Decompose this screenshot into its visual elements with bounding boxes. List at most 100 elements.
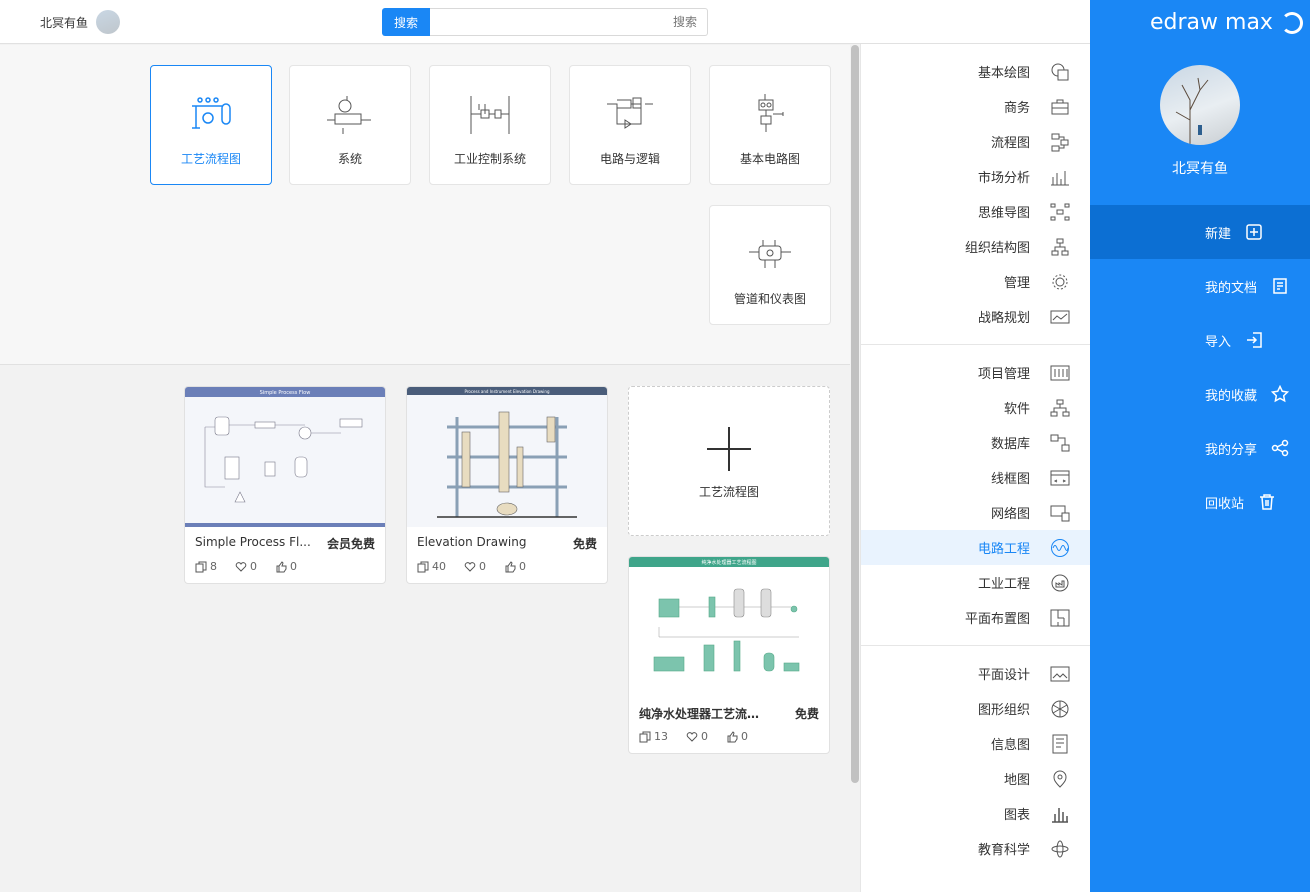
category-market-analysis[interactable]: 市场分析: [861, 159, 1090, 194]
map-pin-icon: [1050, 769, 1070, 789]
basic-circuit-icon: [758, 94, 784, 132]
nav-recycle-bin[interactable]: 回收站: [1090, 475, 1310, 529]
circuit-logic-icon: [607, 97, 653, 129]
avatar[interactable]: [1160, 65, 1240, 145]
nav-label: 导入: [1205, 334, 1232, 350]
search-button[interactable]: 搜索: [382, 8, 430, 36]
nav-import[interactable]: 导入: [1090, 313, 1310, 367]
template-card[interactable]: Process and Instrument Elevation Drawing…: [406, 386, 608, 584]
main-sidebar: edraw max 北冥有鱼 新建 我的文档 导入 我的收藏 我的分享 回收站: [1090, 0, 1310, 892]
like-stat[interactable]: 0: [275, 560, 297, 573]
kanban-icon: [1050, 363, 1070, 383]
type-label: 工业控制系统: [453, 152, 526, 166]
type-card-system[interactable]: 系统: [289, 65, 411, 185]
category-strategy[interactable]: 战略规划: [861, 299, 1090, 334]
category-flowchart[interactable]: 流程图: [861, 124, 1090, 159]
category-map[interactable]: 地图: [861, 761, 1090, 796]
favorite-stat[interactable]: 0: [235, 560, 257, 573]
category-education[interactable]: 教育科学: [861, 831, 1090, 866]
bar-analysis-icon: [1050, 167, 1070, 187]
gear-icon: [1050, 272, 1070, 292]
template-thumbnail: Simple Process Flow: [185, 387, 385, 527]
favorite-stat[interactable]: 0: [464, 560, 486, 573]
like-stat[interactable]: 0: [504, 560, 526, 573]
nav-label: 新建: [1205, 226, 1232, 242]
trash-icon: [1258, 493, 1276, 511]
copy-icon: [639, 731, 651, 742]
search-input[interactable]: [430, 8, 708, 36]
category-industrial-engineering[interactable]: 工业工程: [861, 565, 1090, 600]
nav-my-documents[interactable]: 我的文档: [1090, 259, 1310, 313]
industrial-control-icon: [470, 96, 510, 134]
template-name: Elevation Drawing: [417, 535, 527, 549]
template-card[interactable]: Simple Process Flow Simple Process Fl...…: [184, 386, 386, 584]
thumb-title: Process and Instrument Elevation Drawing: [464, 389, 549, 394]
category-database[interactable]: 数据库: [861, 425, 1090, 460]
nav-my-favorites[interactable]: 我的收藏: [1090, 367, 1310, 421]
category-basic-drawing[interactable]: 基本绘图: [861, 54, 1090, 89]
mind-map-icon: [1050, 202, 1070, 222]
category-software[interactable]: 软件: [861, 390, 1090, 425]
copy-stat[interactable]: 8: [195, 560, 217, 573]
process-flow-icon: [192, 97, 231, 129]
category-infographic[interactable]: 信息图: [861, 726, 1090, 761]
user-menu[interactable]: 北冥有鱼: [40, 10, 121, 34]
type-card-circuit-logic[interactable]: 电路与逻辑: [569, 65, 691, 185]
nav-new[interactable]: 新建: [1090, 205, 1310, 259]
wireframe-icon: [1050, 468, 1070, 488]
share-icon: [1271, 439, 1289, 457]
category-graphic-design[interactable]: 平面设计: [861, 656, 1090, 691]
type-card-process-flow[interactable]: 工艺流程图: [150, 65, 272, 185]
type-label: 系统: [337, 152, 362, 166]
template-thumbnail: 纯净水处理器工艺流程图: [629, 557, 829, 697]
favorite-stat[interactable]: 0: [686, 730, 708, 743]
template-thumbnail: Process and Instrument Elevation Drawing: [407, 387, 607, 527]
picture-icon: [1050, 664, 1070, 684]
category-business[interactable]: 商务: [861, 89, 1090, 124]
category-group-1: 基本绘图 商务 流程图 市场分析 思维导图 组织结构图 管理 战略规划: [861, 44, 1090, 345]
new-blank-card[interactable]: 工艺流程图: [628, 386, 830, 536]
brand-logo[interactable]: edraw max: [1150, 10, 1303, 35]
username: 北冥有鱼: [1172, 161, 1228, 177]
category-graphic-organizer[interactable]: 图形组织: [861, 691, 1090, 726]
category-network[interactable]: 网络图: [861, 495, 1090, 530]
brand-name: edraw max: [1150, 10, 1273, 35]
organizer-icon: [1050, 699, 1070, 719]
thumbs-up-icon: [276, 560, 287, 572]
strategy-icon: [1050, 307, 1070, 327]
thumb-title: Simple Process Flow: [260, 390, 311, 396]
category-group-3: 平面设计 图形组织 信息图 地图 图表 教育科学: [861, 646, 1090, 876]
template-card[interactable]: 纯净水处理器工艺流程图 纯净水处理器工艺流程图 免费 0 0 13: [628, 556, 830, 754]
type-card-piping-instrument[interactable]: 管道和仪表图: [709, 205, 831, 325]
category-management[interactable]: 管理: [861, 264, 1090, 299]
template-badge: 会员免费: [326, 537, 375, 551]
top-bar: 北冥有鱼 搜索: [0, 0, 1090, 44]
new-card-label: 工艺流程图: [698, 485, 759, 499]
type-label: 工艺流程图: [180, 152, 241, 166]
category-project-management[interactable]: 项目管理: [861, 355, 1090, 390]
category-mind-map[interactable]: 思维导图: [861, 194, 1090, 229]
like-stat[interactable]: 0: [726, 730, 748, 743]
atom-icon: [1050, 839, 1070, 859]
type-label: 管道和仪表图: [733, 292, 806, 306]
category-panel: 基本绘图 商务 流程图 市场分析 思维导图 组织结构图 管理 战略规划 项目管理…: [860, 44, 1090, 892]
copy-stat[interactable]: 13: [639, 730, 668, 743]
type-card-basic-circuit[interactable]: 基本电路图: [709, 65, 831, 185]
software-icon: [1050, 398, 1070, 418]
category-wireframe[interactable]: 线框图: [861, 460, 1090, 495]
heart-icon: [464, 561, 476, 572]
system-icon: [327, 96, 371, 134]
nav-label: 回收站: [1205, 496, 1245, 512]
nav-my-shares[interactable]: 我的分享: [1090, 421, 1310, 475]
piping-instrument-icon: [749, 240, 791, 268]
category-org-chart[interactable]: 组织结构图: [861, 229, 1090, 264]
category-charts[interactable]: 图表: [861, 796, 1090, 831]
copy-stat[interactable]: 40: [417, 560, 446, 573]
floor-plan-icon: [1050, 608, 1070, 628]
category-circuit-engineering[interactable]: 电路工程: [861, 530, 1090, 565]
username-small: 北冥有鱼: [40, 15, 89, 30]
scrollbar[interactable]: [851, 45, 859, 783]
category-floor-plan[interactable]: 平面布置图: [861, 600, 1090, 635]
flowchart-icon: [1050, 132, 1070, 152]
type-card-industrial-control[interactable]: 工业控制系统: [429, 65, 551, 185]
